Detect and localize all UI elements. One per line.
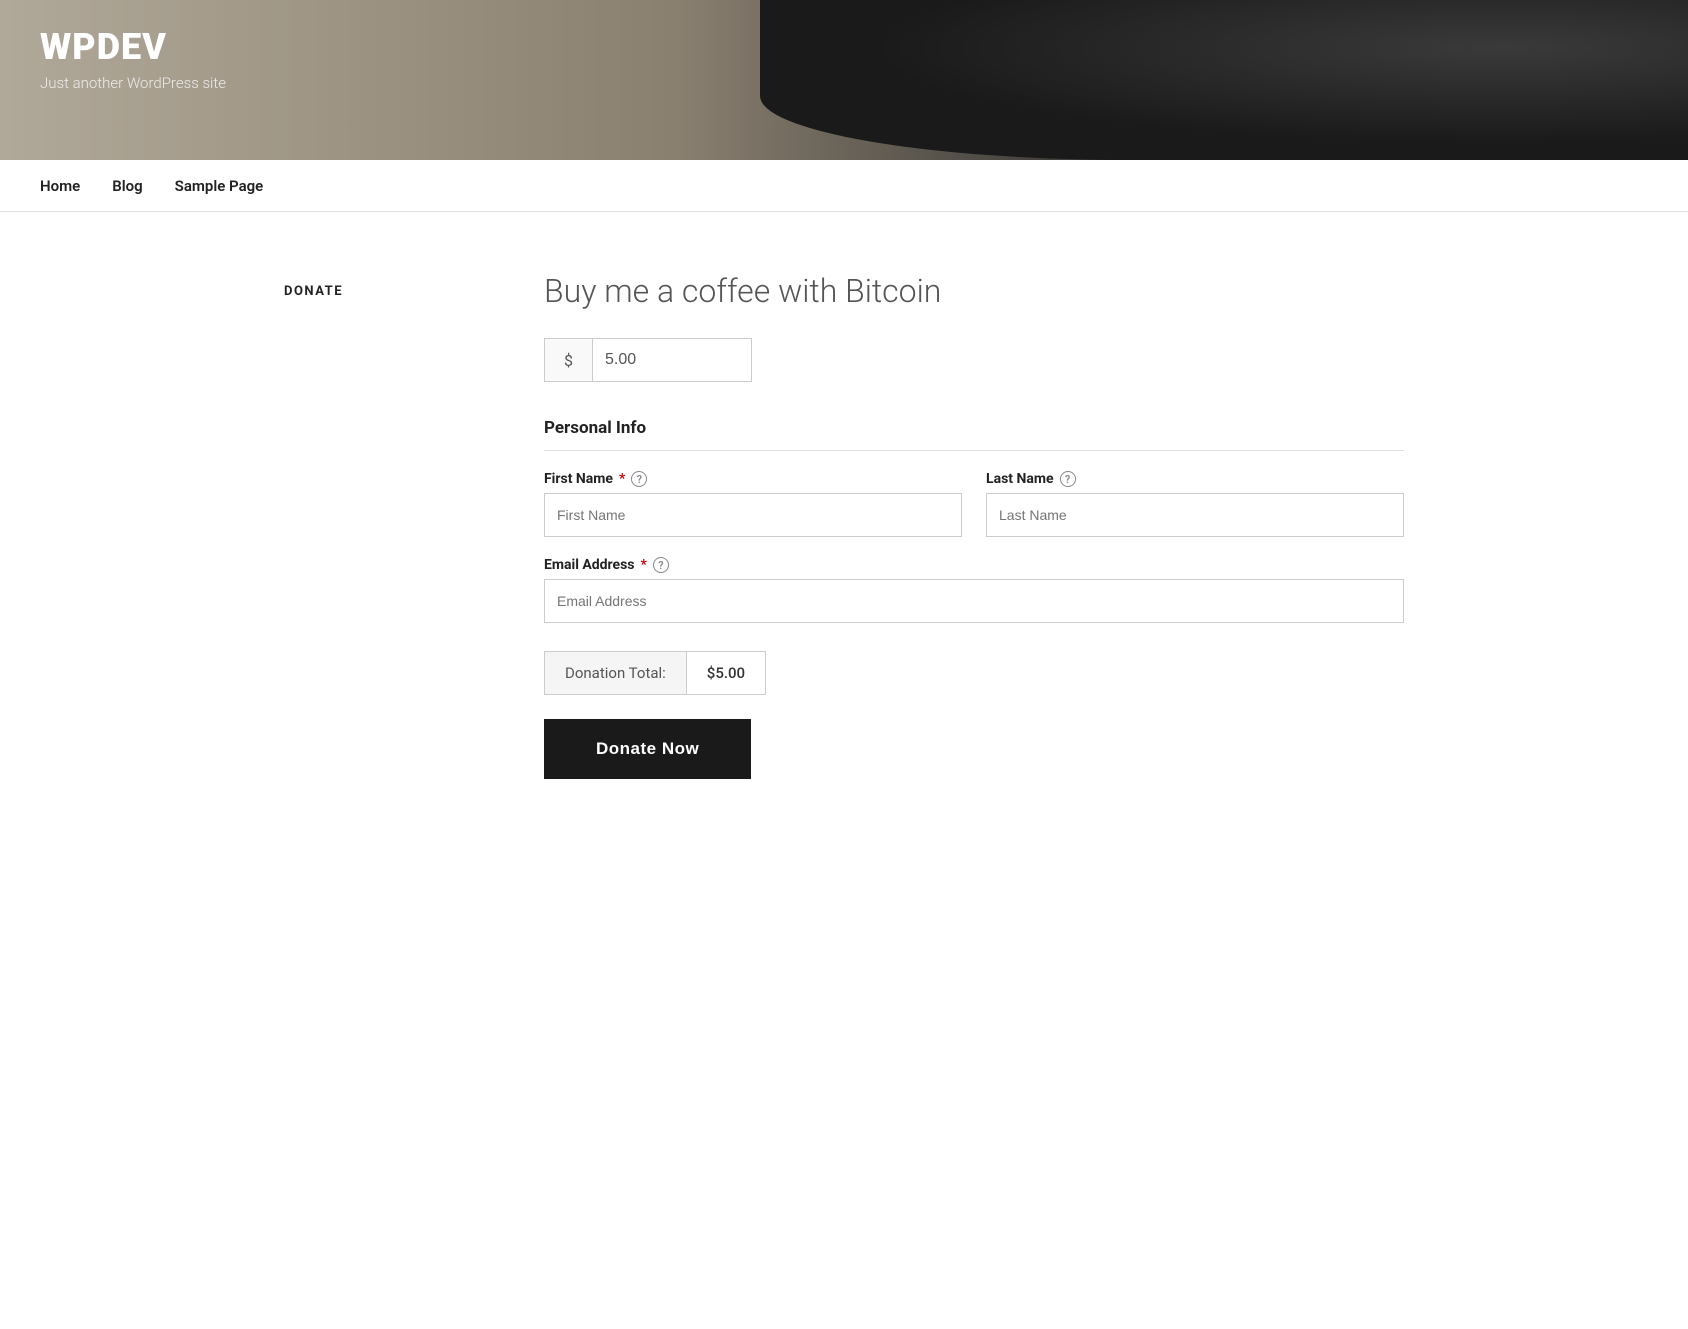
- nav-list: Home Blog Sample Page: [40, 160, 1648, 211]
- nav-item-home[interactable]: Home: [40, 176, 80, 195]
- sidebar-label: DONATE: [284, 284, 343, 299]
- amount-input[interactable]: [592, 338, 752, 382]
- sidebar: DONATE: [284, 272, 484, 779]
- last-name-label-text: Last Name: [986, 471, 1054, 487]
- last-name-help-icon: ?: [1060, 471, 1076, 487]
- site-nav: Home Blog Sample Page: [0, 160, 1688, 212]
- amount-row: $: [544, 338, 1404, 382]
- total-label: Donation Total:: [545, 652, 687, 694]
- nav-link-blog[interactable]: Blog: [112, 177, 142, 195]
- last-name-input[interactable]: [986, 493, 1404, 537]
- donate-form-area: Buy me a coffee with Bitcoin $ Personal …: [544, 272, 1404, 779]
- email-label-text: Email Address: [544, 557, 635, 573]
- site-header: WPDEV Just another WordPress site: [0, 0, 1688, 160]
- first-name-label-text: First Name: [544, 471, 613, 487]
- total-value: $5.00: [687, 652, 765, 694]
- last-name-label: Last Name ?: [986, 471, 1404, 487]
- nav-item-sample[interactable]: Sample Page: [175, 176, 264, 195]
- currency-symbol: $: [544, 338, 592, 382]
- email-input[interactable]: [544, 579, 1404, 623]
- nav-link-home[interactable]: Home: [40, 177, 80, 195]
- site-tagline: Just another WordPress site: [40, 74, 226, 92]
- form-title: Buy me a coffee with Bitcoin: [544, 272, 1404, 310]
- header-text: WPDEV Just another WordPress site: [40, 28, 226, 92]
- first-name-required: *: [619, 471, 625, 487]
- first-name-input[interactable]: [544, 493, 962, 537]
- main-content: DONATE Buy me a coffee with Bitcoin $ Pe…: [244, 212, 1444, 839]
- donate-now-button[interactable]: Donate Now: [544, 719, 751, 779]
- donation-total-row: Donation Total: $5.00: [544, 651, 766, 695]
- email-row: Email Address * ?: [544, 557, 1404, 623]
- nav-item-blog[interactable]: Blog: [112, 176, 142, 195]
- first-name-help-icon: ?: [631, 471, 647, 487]
- email-label: Email Address * ?: [544, 557, 1404, 573]
- first-name-group: First Name * ?: [544, 471, 962, 537]
- first-name-label: First Name * ?: [544, 471, 962, 487]
- name-fields-row: First Name * ? Last Name ?: [544, 471, 1404, 537]
- last-name-group: Last Name ?: [986, 471, 1404, 537]
- donate-button-label: Donate Now: [596, 739, 699, 758]
- personal-info-heading: Personal Info: [544, 418, 1404, 451]
- site-title: WPDEV: [40, 28, 226, 68]
- email-help-icon: ?: [653, 557, 669, 573]
- personal-info-section: Personal Info First Name * ? Last Name ?: [544, 418, 1404, 623]
- nav-link-sample[interactable]: Sample Page: [175, 177, 264, 195]
- email-required: *: [641, 557, 647, 573]
